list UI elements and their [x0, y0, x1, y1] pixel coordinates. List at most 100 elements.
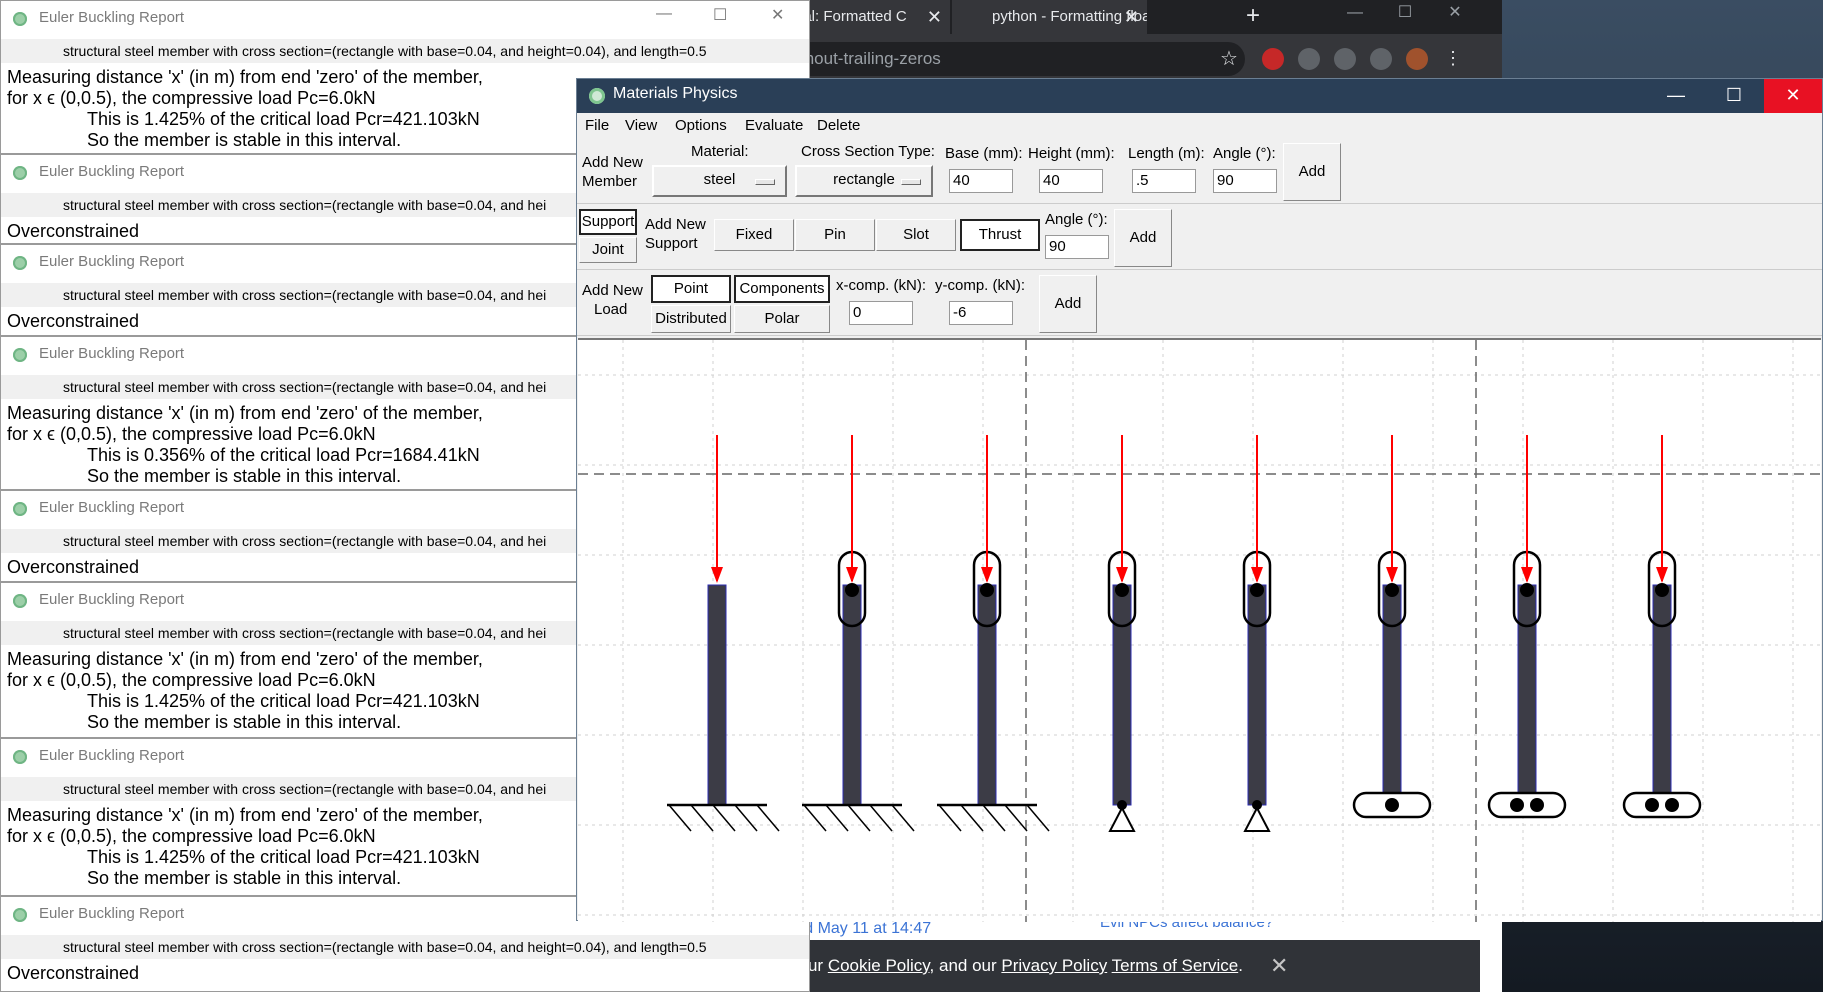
thrust-button[interactable]: Thrust [960, 219, 1040, 251]
pin-support-icon [1108, 805, 1136, 832]
cookie-policy-link[interactable]: Cookie Policy [828, 956, 930, 975]
y-comp-input[interactable]: -6 [949, 301, 1013, 325]
menu-evaluate[interactable]: Evaluate [745, 117, 803, 134]
member-bar [1382, 584, 1402, 806]
report-line: Measuring distance 'x' (in m) from end '… [7, 805, 483, 825]
x-comp-input[interactable]: 0 [849, 301, 913, 325]
report-line: This is 1.425% of the critical load Pcr=… [87, 847, 480, 867]
report-subtitle: structural steel member with cross secti… [1, 39, 809, 63]
reading-list-icon[interactable] [1370, 48, 1392, 70]
member-bar [1112, 584, 1132, 806]
roller-icon [1385, 798, 1399, 812]
privacy-policy-link[interactable]: Privacy Policy [1001, 956, 1107, 975]
material-label: Material: [691, 143, 749, 160]
report-line: for x ϵ (0,0.5), the compressive load Pc… [7, 826, 376, 846]
slot-support-icon [1487, 791, 1567, 819]
height-input[interactable]: 40 [1039, 169, 1103, 193]
member-bar [707, 584, 727, 806]
menu-options[interactable]: Options [675, 117, 727, 134]
add-member-label-line: Add New [582, 154, 643, 171]
joint-pin-icon [1115, 583, 1129, 597]
tab-joint[interactable]: Joint [579, 237, 637, 263]
browser-tab-2[interactable]: python - Formatting floats w ✕ [952, 0, 1147, 34]
add-load-label: Add New Load [582, 281, 643, 319]
report-line: Measuring distance 'x' (in m) from end '… [7, 67, 483, 87]
add-support-button[interactable]: Add [1114, 209, 1172, 267]
minimize-icon[interactable]: — [1330, 0, 1380, 34]
roller-icon [1530, 798, 1544, 812]
puzzle-icon[interactable] [1334, 48, 1356, 70]
report-line: So the member is stable in this interval… [87, 466, 402, 486]
new-tab-icon[interactable]: + [1238, 0, 1268, 34]
report-line: So the member is stable in this interval… [87, 868, 402, 888]
report-body: Measuring distance 'x' (in m) from end '… [7, 403, 483, 487]
hatch-line [712, 804, 736, 832]
close-icon[interactable]: ✕ [1764, 79, 1822, 113]
report-title: Euler Buckling Report [39, 905, 185, 922]
point-load-button[interactable]: Point [651, 275, 731, 303]
report-line: Measuring distance 'x' (in m) from end '… [7, 649, 483, 669]
y-comp-label: y-comp. (kN): [935, 277, 1025, 294]
load-arrowhead-icon [846, 567, 858, 583]
menu-view[interactable]: View [625, 117, 657, 134]
base-input[interactable]: 40 [949, 169, 1013, 193]
cross-section-select[interactable]: rectangle [795, 165, 933, 197]
material-value: steel [703, 171, 736, 188]
hatch-line [960, 804, 984, 832]
polar-button[interactable]: Polar [734, 305, 830, 333]
joint-pin-icon [845, 583, 859, 597]
load-section: Add New Load Point Distributed Component… [577, 271, 1822, 336]
hatch-line [734, 804, 758, 832]
terms-link[interactable]: Terms of Service [1112, 956, 1239, 975]
report-title: Euler Buckling Report [39, 9, 185, 26]
support-angle-input[interactable]: 90 [1045, 235, 1109, 259]
more-menu-icon[interactable]: ⋮ [1442, 48, 1464, 70]
close-icon[interactable]: ✕ [1270, 940, 1288, 992]
add-support-label: Add New Support [645, 215, 706, 253]
drawing-canvas[interactable] [578, 338, 1821, 922]
components-button[interactable]: Components [734, 275, 830, 303]
length-input[interactable]: .5 [1132, 169, 1196, 193]
maximize-icon[interactable]: ☐ [1705, 79, 1763, 113]
add-member-button[interactable]: Add [1283, 143, 1341, 201]
add-load-button[interactable]: Add [1039, 275, 1097, 333]
close-icon[interactable]: ✕ [927, 0, 942, 34]
star-icon[interactable]: ☆ [1220, 42, 1238, 76]
support-section: Support Joint Add New Support Fixed Pin … [577, 205, 1822, 270]
extension-icon[interactable] [1298, 48, 1320, 70]
material-select[interactable]: steel [652, 165, 787, 197]
angle-input[interactable]: 90 [1213, 169, 1277, 193]
report-body: Measuring distance 'x' (in m) from end '… [7, 805, 483, 889]
member-bar [977, 584, 997, 806]
browser-tab-1[interactable]: ial: Formatted C ✕ [790, 0, 950, 34]
report-title: Euler Buckling Report [39, 345, 185, 362]
hatch-line [869, 804, 893, 832]
mp-titlebar[interactable]: Materials Physics — ☐ ✕ [577, 79, 1822, 113]
report-subtitle: structural steel member with cross secti… [1, 935, 809, 959]
menu-delete[interactable]: Delete [817, 117, 860, 134]
avatar[interactable] [1406, 48, 1428, 70]
fixed-button[interactable]: Fixed [714, 219, 794, 251]
report-body: Overconstrained [7, 963, 139, 984]
minimize-icon[interactable]: — [1647, 79, 1705, 113]
cookie-text: . [1238, 956, 1243, 975]
joint-pin-icon [1385, 583, 1399, 597]
app-logo-icon [13, 256, 27, 270]
menu-file[interactable]: File [585, 117, 609, 134]
extension-icon[interactable] [1262, 48, 1284, 70]
add-member-label: Add New Member [582, 153, 643, 191]
minimize-icon[interactable]: — [656, 5, 672, 23]
report-titlebar[interactable]: Euler Buckling Report — ☐ ✕ [1, 1, 809, 37]
pin-button[interactable]: Pin [795, 219, 875, 251]
close-icon[interactable]: ✕ [771, 5, 784, 25]
slot-button[interactable]: Slot [876, 219, 956, 251]
support-angle-label: Angle (°): [1045, 211, 1108, 228]
close-icon[interactable]: ✕ [1430, 0, 1480, 34]
distributed-load-button[interactable]: Distributed [651, 305, 731, 333]
base-label: Base (mm): [945, 145, 1023, 162]
close-icon[interactable]: ✕ [1124, 0, 1139, 34]
tab-support[interactable]: Support [579, 209, 637, 235]
maximize-icon[interactable]: ☐ [1380, 0, 1430, 34]
url-field[interactable]: thout-trailing-zeros [790, 42, 1245, 76]
maximize-icon[interactable]: ☐ [713, 5, 727, 25]
